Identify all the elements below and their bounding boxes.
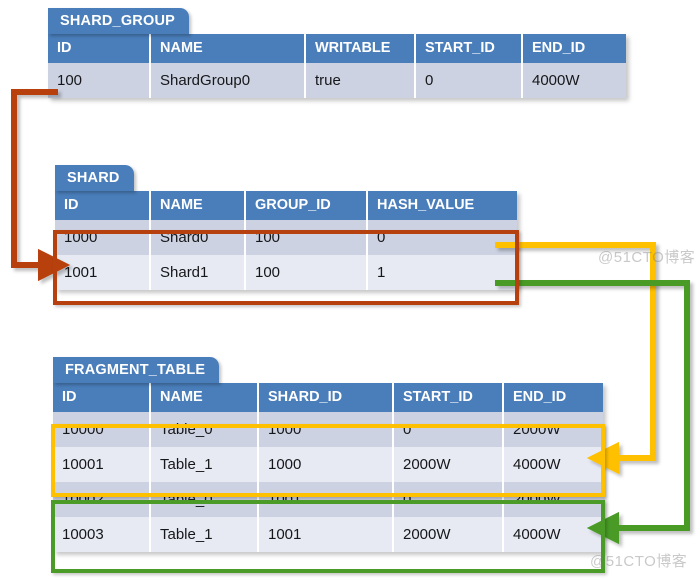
- cell-id: 10002: [53, 482, 151, 517]
- cell-end-id: 2000W: [503, 482, 603, 517]
- table-shard-group-grid: ID NAME WRITABLE START_ID END_ID 100 Sha…: [48, 34, 626, 98]
- cell-start-id: 0: [393, 412, 504, 447]
- column-header-id: ID: [53, 383, 151, 412]
- table-row: 10001 Table_1 1000 2000W 4000W: [53, 447, 603, 482]
- table-header-row: ID NAME WRITABLE START_ID END_ID: [48, 34, 626, 63]
- cell-id: 10003: [53, 517, 151, 552]
- cell-id: 10001: [53, 447, 151, 482]
- column-header-start-id: START_ID: [393, 383, 504, 412]
- column-header-id: ID: [48, 34, 151, 63]
- table-shard-group-title: SHARD_GROUP: [48, 8, 189, 34]
- cell-shard-id: 1000: [258, 412, 394, 447]
- cell-end-id: 4000W: [503, 447, 603, 482]
- cell-name: Table_1: [150, 517, 259, 552]
- table-fragment-table-grid: ID NAME SHARD_ID START_ID END_ID 10000 T…: [53, 383, 603, 552]
- cell-name: Shard1: [150, 255, 246, 290]
- column-header-writable: WRITABLE: [305, 34, 416, 63]
- diagram-canvas: SHARD_GROUP ID NAME WRITABLE START_ID EN…: [0, 0, 700, 581]
- cell-start-id: 0: [393, 482, 504, 517]
- cell-name: Table_0: [150, 482, 259, 517]
- cell-end-id: 4000W: [503, 517, 603, 552]
- column-header-id: ID: [55, 191, 151, 220]
- column-header-hash-value: HASH_VALUE: [367, 191, 517, 220]
- watermark-top: @51CTO博客: [598, 249, 696, 266]
- table-row: 1001 Shard1 100 1: [55, 255, 517, 290]
- table-shard-grid: ID NAME GROUP_ID HASH_VALUE 1000 Shard0 …: [55, 191, 517, 290]
- cell-id: 1000: [55, 220, 151, 255]
- cell-hash-value: 1: [367, 255, 517, 290]
- column-header-end-id: END_ID: [522, 34, 626, 63]
- column-header-name: NAME: [150, 34, 306, 63]
- cell-name: Table_1: [150, 447, 259, 482]
- cell-end-id: 2000W: [503, 412, 603, 447]
- table-row: 10003 Table_1 1001 2000W 4000W: [53, 517, 603, 552]
- cell-name: Table_0: [150, 412, 259, 447]
- cell-writable: true: [305, 63, 416, 98]
- connector-shard-group-to-shard: [11, 89, 71, 282]
- cell-name: Shard0: [150, 220, 246, 255]
- cell-name: ShardGroup0: [150, 63, 306, 98]
- table-row: 100 ShardGroup0 true 0 4000W: [48, 63, 626, 98]
- table-row: 1000 Shard0 100 0: [55, 220, 517, 255]
- column-header-group-id: GROUP_ID: [245, 191, 368, 220]
- cell-id: 1001: [55, 255, 151, 290]
- cell-shard-id: 1001: [258, 517, 394, 552]
- column-header-name: NAME: [150, 191, 246, 220]
- cell-id: 10000: [53, 412, 151, 447]
- table-shard-title: SHARD: [55, 165, 134, 191]
- cell-start-id: 2000W: [393, 517, 504, 552]
- cell-id: 100: [48, 63, 151, 98]
- cell-group-id: 100: [245, 220, 368, 255]
- table-header-row: ID NAME SHARD_ID START_ID END_ID: [53, 383, 603, 412]
- cell-end-id: 4000W: [522, 63, 626, 98]
- cell-shard-id: 1001: [258, 482, 394, 517]
- column-header-name: NAME: [150, 383, 259, 412]
- column-header-end-id: END_ID: [503, 383, 603, 412]
- cell-hash-value: 0: [367, 220, 517, 255]
- table-header-row: ID NAME GROUP_ID HASH_VALUE: [55, 191, 517, 220]
- column-header-start-id: START_ID: [415, 34, 523, 63]
- table-row: 10000 Table_0 1000 0 2000W: [53, 412, 603, 447]
- table-fragment-table-title: FRAGMENT_TABLE: [53, 357, 220, 383]
- cell-start-id: 2000W: [393, 447, 504, 482]
- watermark-bottom: @51CTO博客: [590, 553, 688, 570]
- cell-shard-id: 1000: [258, 447, 394, 482]
- cell-group-id: 100: [245, 255, 368, 290]
- cell-start-id: 0: [415, 63, 523, 98]
- table-row: 10002 Table_0 1001 0 2000W: [53, 482, 603, 517]
- column-header-shard-id: SHARD_ID: [258, 383, 394, 412]
